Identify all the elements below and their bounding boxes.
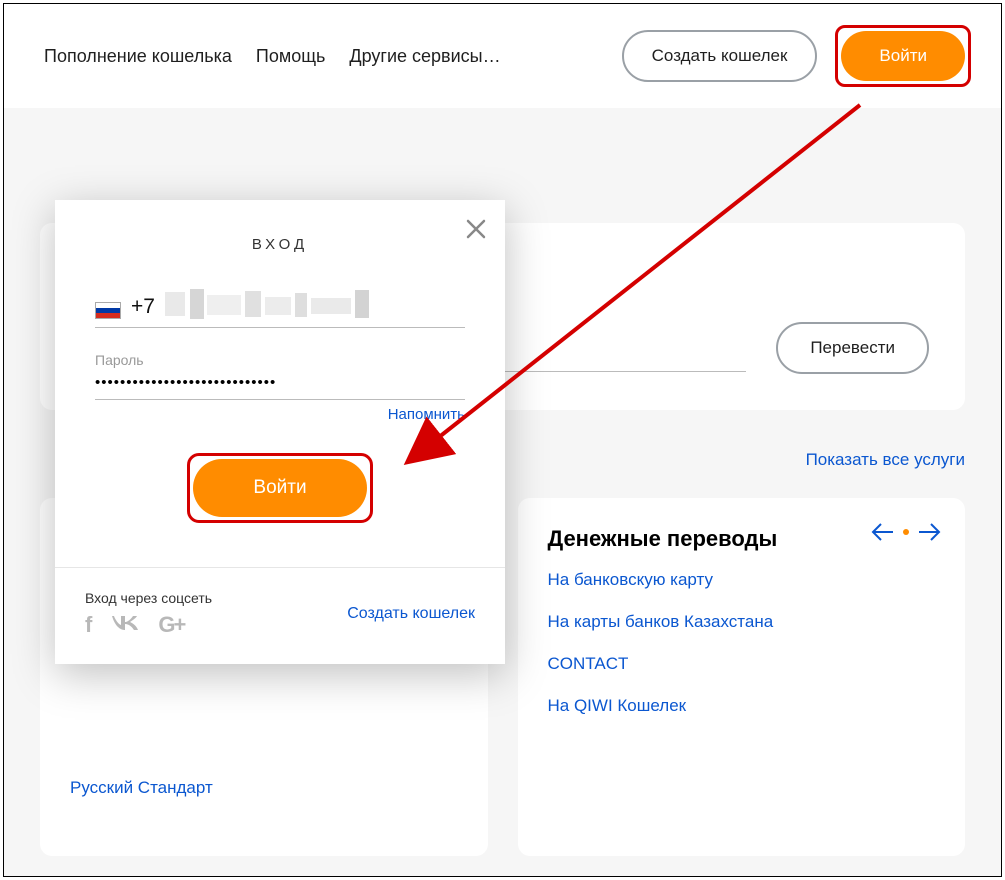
modal-create-wallet-link[interactable]: Создать кошелек	[347, 605, 475, 623]
close-icon[interactable]	[465, 218, 487, 245]
nav-other[interactable]: Другие сервисы…	[349, 46, 500, 67]
service-link[interactable]: Русский Стандарт	[70, 778, 458, 798]
ru-flag-icon	[95, 302, 121, 319]
create-wallet-button[interactable]: Создать кошелек	[622, 30, 818, 82]
modal-title: ВХОД	[95, 236, 465, 253]
transfer-button[interactable]: Перевести	[776, 322, 929, 374]
reminder-link[interactable]: Напомнить	[95, 406, 465, 423]
social-login-label: Вход через соцсеть	[85, 590, 212, 606]
transfer-arrows-icon	[871, 520, 941, 544]
service-link[interactable]: CONTACT	[548, 654, 936, 674]
service-link[interactable]: На карты банков Казахстана	[548, 612, 936, 632]
phone-field[interactable]: +7	[95, 289, 465, 328]
service-link[interactable]: На QIWI Кошелек	[548, 696, 936, 716]
password-label: Пароль	[95, 352, 465, 368]
nav-help[interactable]: Помощь	[256, 46, 326, 67]
login-button[interactable]: Войти	[841, 31, 965, 81]
login-modal: ВХОД +7 Пароль •••••••••••••••••••••••••…	[55, 200, 505, 664]
vk-icon[interactable]	[110, 612, 140, 638]
money-transfers-card: Денежные переводы На банковскую карту На…	[518, 498, 966, 856]
nav-topup[interactable]: Пополнение кошелька	[44, 46, 232, 67]
phone-redacted	[165, 289, 465, 319]
service-link[interactable]: На банковскую карту	[548, 570, 936, 590]
password-field[interactable]: •••••••••••••••••••••••••••••	[95, 368, 465, 400]
phone-prefix: +7	[131, 295, 155, 319]
login-submit-button[interactable]: Войти	[193, 459, 366, 517]
google-plus-icon[interactable]: G+	[158, 612, 184, 638]
header: Пополнение кошелька Помощь Другие сервис…	[4, 4, 1001, 108]
facebook-icon[interactable]: f	[85, 612, 92, 638]
